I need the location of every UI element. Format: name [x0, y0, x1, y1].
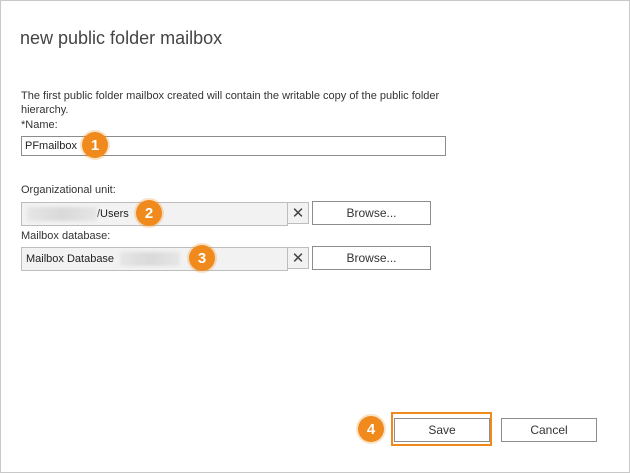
mailbox-db-field: Mailbox Database — [21, 247, 288, 271]
org-unit-browse-button[interactable]: Browse... — [312, 201, 431, 225]
dialog-description: The first public folder mailbox created … — [21, 90, 440, 116]
mailbox-db-label: Mailbox database: — [21, 230, 111, 242]
cancel-button[interactable]: Cancel — [501, 418, 597, 442]
callout-badge-3: 3 — [189, 245, 215, 271]
dialog-title: new public folder mailbox — [20, 28, 223, 48]
close-icon: ✕ — [291, 249, 305, 267]
callout-badge-4: 4 — [358, 416, 384, 442]
save-button[interactable]: Save — [394, 418, 490, 442]
redacted-region — [120, 252, 181, 267]
org-unit-label: Organizational unit: — [21, 184, 116, 196]
dialog-window: new public folder mailbox The first publ… — [0, 0, 630, 473]
callout-badge-1: 1 — [82, 132, 108, 158]
name-label: *Name: — [21, 119, 58, 131]
callout-badge-2: 2 — [136, 200, 162, 226]
mailbox-db-value: Mailbox Database — [26, 253, 115, 266]
mailbox-db-clear-button[interactable]: ✕ — [287, 247, 309, 269]
redacted-region — [27, 207, 97, 222]
close-icon: ✕ — [291, 204, 305, 222]
mailbox-db-browse-button[interactable]: Browse... — [312, 246, 431, 270]
org-unit-clear-button[interactable]: ✕ — [287, 202, 309, 224]
org-unit-value: /Users — [97, 208, 129, 221]
